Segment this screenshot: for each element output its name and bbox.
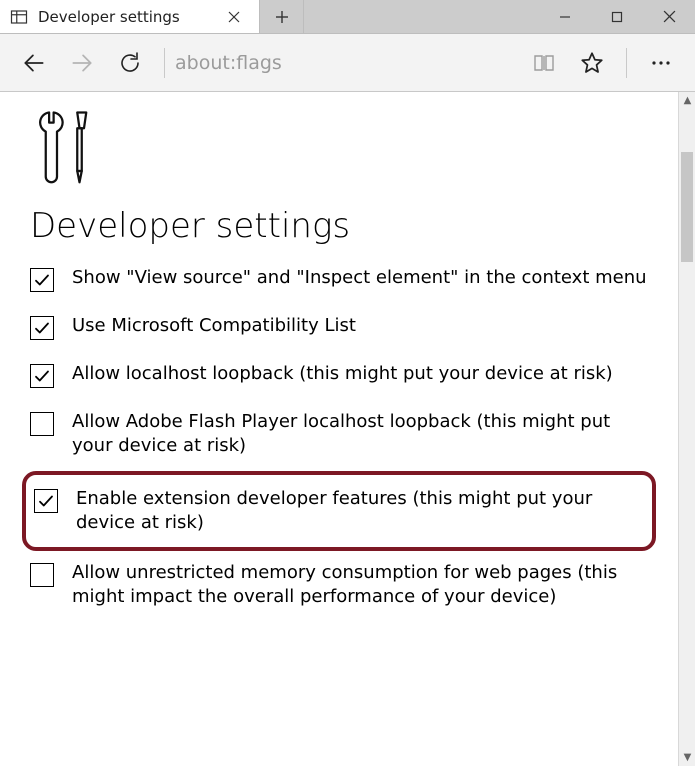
setting-label: Allow Adobe Flash Player localhost loopb… — [72, 410, 648, 459]
dev-tools-icon — [30, 108, 648, 202]
back-button[interactable] — [10, 39, 58, 87]
scroll-up-button[interactable]: ▲ — [679, 92, 695, 109]
setting-label: Allow localhost loopback (this might put… — [72, 362, 648, 388]
checkbox[interactable] — [30, 268, 54, 292]
close-window-button[interactable] — [643, 0, 695, 33]
refresh-button[interactable] — [106, 39, 154, 87]
setting-label: Show "View source" and "Inspect element"… — [72, 266, 648, 292]
checkbox[interactable] — [30, 563, 54, 587]
address-bar[interactable]: about:flags — [175, 34, 520, 91]
favorites-button[interactable] — [568, 39, 616, 87]
tab-title: Developer settings — [38, 8, 209, 26]
window-controls — [539, 0, 695, 33]
maximize-button[interactable] — [591, 0, 643, 33]
tab-close-button[interactable] — [219, 0, 249, 33]
browser-tab[interactable]: Developer settings — [0, 0, 260, 33]
more-button[interactable] — [637, 39, 685, 87]
setting-row: Show "View source" and "Inspect element"… — [30, 266, 648, 292]
minimize-button[interactable] — [539, 0, 591, 33]
checkbox[interactable] — [30, 364, 54, 388]
new-tab-button[interactable] — [260, 0, 304, 33]
page-title: Developer settings — [30, 206, 648, 246]
toolbar: about:flags — [0, 34, 695, 92]
setting-row: Allow Adobe Flash Player localhost loopb… — [30, 410, 648, 459]
page-icon — [10, 8, 28, 26]
checkbox[interactable] — [30, 412, 54, 436]
setting-row: Enable extension developer features (thi… — [22, 471, 656, 552]
scroll-thumb[interactable] — [681, 152, 693, 262]
titlebar: Developer settings — [0, 0, 695, 34]
page-content: Developer settings Show "View source" an… — [0, 92, 678, 766]
checkbox[interactable] — [34, 489, 58, 513]
setting-row: Use Microsoft Compatibility List — [30, 314, 648, 340]
settings-list: Show "View source" and "Inspect element"… — [30, 266, 648, 610]
scroll-down-button[interactable]: ▼ — [679, 749, 695, 766]
setting-label: Enable extension developer features (thi… — [76, 487, 644, 536]
address-text: about:flags — [175, 52, 282, 74]
setting-label: Allow unrestricted memory consumption fo… — [72, 561, 648, 610]
setting-row: Allow localhost loopback (this might put… — [30, 362, 648, 388]
forward-button[interactable] — [58, 39, 106, 87]
scrollbar[interactable]: ▲ ▼ — [678, 92, 695, 766]
checkbox[interactable] — [30, 316, 54, 340]
reading-view-button[interactable] — [520, 39, 568, 87]
setting-label: Use Microsoft Compatibility List — [72, 314, 648, 340]
setting-row: Allow unrestricted memory consumption fo… — [30, 561, 648, 610]
